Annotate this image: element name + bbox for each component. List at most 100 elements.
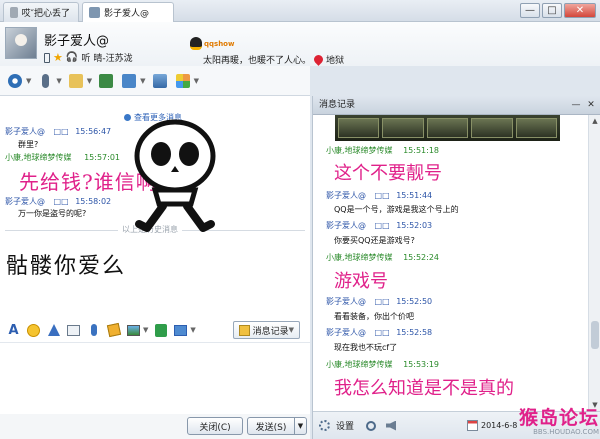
- tab-contact-1[interactable]: 哎″把心丢了: [3, 2, 79, 22]
- apps-icon[interactable]: [174, 72, 192, 90]
- minimize-button[interactable]: —: [520, 3, 540, 18]
- shake-icon[interactable]: [66, 323, 81, 338]
- chat-toolbar: ▼ ▼ ▼ ▼ ▼: [0, 66, 310, 96]
- search-icon[interactable]: [366, 420, 377, 431]
- avatar-icon: [10, 7, 18, 18]
- sender-name[interactable]: 影子爱人@: [326, 297, 366, 306]
- font-icon[interactable]: A: [6, 323, 21, 338]
- sender-name[interactable]: 影子爱人@: [5, 127, 45, 136]
- avatar[interactable]: [5, 27, 37, 59]
- history-big-text: 游戏号: [334, 271, 388, 292]
- qq-logo-text: qqshow: [204, 39, 235, 48]
- send-file-icon[interactable]: [67, 72, 85, 90]
- screen-share-icon[interactable]: [120, 72, 138, 90]
- format-bar: A ▼ ▼ 消息记录 ▼: [0, 318, 310, 342]
- penguin-icon: [190, 37, 202, 50]
- history-messages[interactable]: 小康,地球缔梦传媒 15:51:18 这个不要靓号 影子爱人@ □□ 15:51…: [313, 115, 589, 411]
- desktop-icon[interactable]: [151, 72, 169, 90]
- edit-icon[interactable]: [106, 322, 121, 338]
- history-title: 消息记录: [319, 100, 356, 110]
- settings-label[interactable]: 设置: [336, 419, 354, 432]
- voice-call-icon[interactable]: [36, 72, 54, 90]
- maximize-button[interactable]: □: [542, 3, 562, 18]
- settings-icon[interactable]: [319, 420, 330, 431]
- history-icon: [238, 324, 250, 336]
- message-time: 15:51:18: [403, 146, 440, 155]
- image-icon[interactable]: [126, 323, 141, 338]
- message-input[interactable]: [0, 342, 310, 414]
- message-header: 小康,地球缔梦传媒 15:57:01: [5, 152, 120, 163]
- sender-badge: □□: [374, 191, 390, 200]
- message-time: 15:56:47: [75, 127, 112, 136]
- sender-name[interactable]: 小康,地球缔梦传媒: [326, 253, 393, 262]
- emoji-icon[interactable]: [26, 323, 41, 338]
- video-call-icon[interactable]: [6, 72, 24, 90]
- contact-nickname[interactable]: 影子爱人@: [44, 30, 109, 49]
- history-entry-header: 小康,地球缔梦传媒 15:53:19: [326, 359, 439, 370]
- history-minimize-button[interactable]: —: [570, 99, 582, 111]
- qq-show-logo[interactable]: qqshow: [190, 37, 234, 50]
- tab-contact-2[interactable]: 影子爱人@: [82, 2, 174, 22]
- message-time: 15:57:01: [84, 153, 121, 162]
- sender-name[interactable]: 影子爱人@: [326, 328, 366, 337]
- sender-badge: □□: [53, 197, 69, 206]
- location-pin-icon: [312, 53, 325, 66]
- location-text: 地狱: [326, 56, 345, 66]
- message-time: 15:52:03: [396, 221, 433, 230]
- voice-message-icon[interactable]: [86, 323, 101, 338]
- phone-icon[interactable]: [44, 52, 50, 63]
- history-close-button[interactable]: ✕: [585, 99, 597, 111]
- date-label: 2014-6-8: [481, 421, 518, 430]
- message-text: 万一你是盗号的呢?: [18, 209, 87, 218]
- sender-badge: □□: [53, 127, 69, 136]
- history-entry-header: 影子爱人@ □□ 15:51:44: [326, 190, 432, 201]
- status-row: ★ 🎧 听 晴-汪苏泷: [44, 51, 133, 64]
- message-header: 影子爱人@ □□ 15:56:47: [5, 126, 111, 137]
- sender-name[interactable]: 影子爱人@: [326, 221, 366, 230]
- history-title-bar: 消息记录 — ✕: [313, 96, 600, 115]
- history-text: 现在我也不玩cf了: [334, 343, 398, 352]
- avatar-icon: [89, 7, 100, 18]
- sender-badge: □□: [374, 328, 390, 337]
- equipment-screenshot[interactable]: [335, 115, 560, 141]
- sender-badge: □□: [374, 297, 390, 306]
- history-entry-header: 小康,地球缔梦传媒 15:52:24: [326, 252, 439, 263]
- sender-name[interactable]: 小康,地球缔梦传媒: [326, 146, 393, 155]
- history-big-text: 这个不要靓号: [334, 163, 442, 184]
- history-scrollbar[interactable]: ▲ ▼: [588, 115, 600, 411]
- history-entry-header: 小康,地球缔梦传媒 15:51:18: [326, 145, 439, 156]
- chat-messages[interactable]: 查看更多消息 影子爱人@ □□ 15:56:47 群里? 小康,地球缔梦传媒 1…: [0, 96, 310, 318]
- magic-icon[interactable]: [46, 323, 61, 338]
- sender-name[interactable]: 影子爱人@: [5, 197, 45, 206]
- sender-name[interactable]: 小康,地球缔梦传媒: [326, 360, 393, 369]
- tab-label: 影子爱人@: [104, 9, 150, 19]
- history-button-label: 消息记录: [252, 326, 289, 337]
- message-time: 15:52:58: [396, 328, 433, 337]
- close-button[interactable]: 关闭(C): [187, 417, 243, 435]
- calendar-icon: [467, 420, 478, 431]
- sender-name[interactable]: 小康,地球缔梦传媒: [5, 153, 72, 162]
- history-footer: 设置 2014-6-8 猴岛论坛 BBS.HOUDAO.COM: [313, 408, 600, 439]
- send-button[interactable]: 发送(S): [247, 417, 295, 435]
- signature-text: 太阳再暖，也暖不了人心。: [203, 56, 312, 66]
- song-title[interactable]: 晴-汪苏泷: [93, 51, 132, 64]
- close-window-button[interactable]: ✕: [564, 3, 596, 18]
- listening-prefix: 听: [81, 54, 91, 64]
- screenshot-icon[interactable]: [173, 323, 188, 338]
- send-options-chevron-icon[interactable]: ▼: [294, 417, 307, 435]
- scroll-thumb[interactable]: [591, 321, 599, 349]
- sender-name[interactable]: 影子爱人@: [326, 191, 366, 200]
- window-controls: — □ ✕: [520, 3, 596, 18]
- history-text: 看看装备，你出个价吧: [334, 312, 414, 321]
- remote-assist-icon[interactable]: [97, 72, 115, 90]
- history-panel: 消息记录 — ✕ 小康,地球缔梦传媒 15:51:18 这个不要靓号 影子爱人@…: [312, 96, 600, 439]
- star-icon[interactable]: ★: [53, 51, 63, 64]
- speaker-icon[interactable]: [386, 420, 397, 431]
- message-history-button[interactable]: 消息记录 ▼: [232, 321, 300, 339]
- scroll-up-icon[interactable]: ▲: [589, 115, 600, 127]
- message-time: 15:52:50: [396, 297, 433, 306]
- date-picker[interactable]: 2014-6-8: [467, 420, 517, 431]
- history-entry-header: 影子爱人@ □□ 15:52:50: [326, 296, 432, 307]
- message-header: 影子爱人@ □□ 15:58:02: [5, 196, 111, 207]
- music-icon[interactable]: [153, 323, 168, 338]
